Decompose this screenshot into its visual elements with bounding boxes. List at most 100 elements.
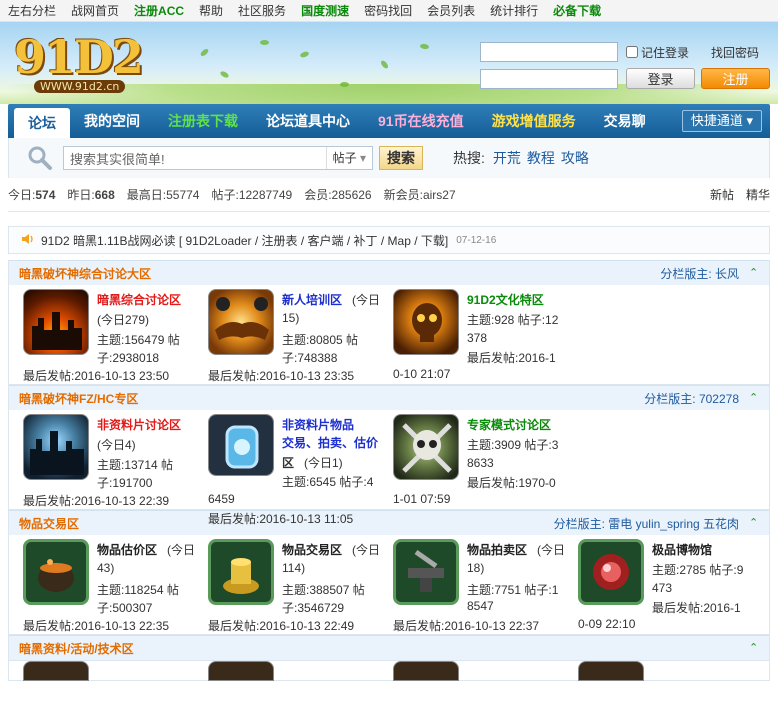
dark-castle-icon[interactable] [23,414,89,480]
login-button[interactable]: 登录 [626,68,695,89]
forum-last-post[interactable]: 1-01 07:59 [393,492,450,506]
forum-icon[interactable] [23,661,89,681]
notice-text[interactable]: 91D2 暗黑1.11B战网必读 [ 91D2Loader / 注册表 / 客户… [41,232,448,249]
stat-members: 会员:285626 [304,188,372,202]
nav-recharge[interactable]: 91币在线充值 [364,104,478,138]
section-title[interactable]: 暗黑破坏神综合讨论大区 [19,265,151,282]
topnav-password-recovery[interactable]: 密码找回 [364,2,412,19]
forum-title[interactable]: 物品交易区 [282,541,342,558]
notice-date: 07-12-16 [456,234,497,246]
nav-forum[interactable]: 论坛 [14,108,70,138]
castle-icon[interactable] [23,289,89,355]
handshake-icon[interactable] [208,289,274,355]
forum-last-post[interactable]: 最后发帖:2016-10-13 23:35 [208,367,354,384]
section-header: 物品交易区 分栏版主: 雷电 yulin_spring 五花肉 ⌃ [9,510,769,535]
cauldron-icon[interactable] [23,539,89,605]
section-moderators[interactable]: 分栏版主: 长风 [660,265,739,282]
collapse-icon[interactable]: ⌃ [749,267,761,279]
section-moderators[interactable]: 分栏版主: 雷电 yulin_spring 五花肉 [554,515,739,532]
section-title[interactable]: 物品交易区 [19,515,79,532]
topnav-downloads[interactable]: 必备下载 [553,2,601,19]
forum-last-post[interactable]: 最后发帖:2016-10-13 22:37 [393,617,539,634]
skull-icon[interactable] [393,289,459,355]
search-button[interactable]: 搜索 [379,146,423,170]
section-moderators[interactable]: 分栏版主: 702278 [644,390,739,407]
forum-title[interactable]: 极品博物馆 [652,541,712,558]
leaf-decoration [299,50,310,59]
forum-icon[interactable] [208,661,274,681]
find-password-link[interactable]: 找回密码 [711,44,759,61]
forum-last-post[interactable]: 0-10 21:07 [393,367,450,381]
skull-crossbones-icon[interactable] [393,414,459,480]
topnav-help[interactable]: 帮助 [199,2,223,19]
hot-search-link[interactable]: 攻略 [561,148,589,168]
forum-title[interactable]: 非资料片物品 [282,416,354,433]
quick-access-label: 快捷通道 [690,113,743,128]
forum-title[interactable]: 91D2文化特区 [467,291,544,308]
nav-vas[interactable]: 游戏增值服务 [478,104,590,138]
forum-last-post[interactable]: 0-09 22:10 [578,617,635,631]
forum-last-post[interactable]: 最后发帖:2016-10-13 22:49 [208,617,354,634]
forum-icon[interactable] [578,661,644,681]
forum-title[interactable]: 暗黑综合讨论区 [97,291,181,308]
gold-coins-icon[interactable] [208,539,274,605]
search-type-select[interactable]: 帖子 ▾ [325,147,372,169]
forum-last-post[interactable]: 最后发帖:2016-10-13 23:50 [23,367,169,384]
login-form: 记住登录 找回密码 登录 注册 [480,42,770,95]
forum-title-line3[interactable]: 区 [282,454,294,471]
topnav-home[interactable]: 战网首页 [71,2,119,19]
quick-access-dropdown[interactable]: 快捷通道 ▾ [681,110,762,132]
forum-topics: 主题:118254 帖 [97,583,179,597]
topnav-register-acc[interactable]: 注册ACC [134,2,184,19]
forum-today: (今日1) [304,456,343,470]
nav-registry-download[interactable]: 注册表下载 [154,104,252,138]
site-logo[interactable]: 91D2 WWW.91d2.cn [14,34,144,93]
search-input[interactable]: 搜索其实很简单! 帖子 ▾ [63,146,373,170]
username-input[interactable] [480,42,618,62]
collapse-icon[interactable]: ⌃ [749,392,761,404]
forum-posts: 子:500307 [97,601,153,615]
forum-title[interactable]: 专家模式讨论区 [467,416,551,433]
forum-title[interactable]: 新人培训区 [282,291,342,308]
nav-my-space[interactable]: 我的空间 [70,104,154,138]
forum-last-post[interactable]: 最后发帖:2016-10-13 22:39 [23,492,169,509]
gem-amulet-icon[interactable] [208,414,274,476]
hot-search-link[interactable]: 教程 [527,148,555,168]
forum-last-post[interactable]: 最后发帖:2016-10-13 22:35 [23,617,169,634]
forum-today: (今日 [167,543,195,557]
search-placeholder: 搜索其实很简单! [70,151,165,167]
forum-title[interactable]: 物品估价区 [97,541,157,558]
password-input[interactable] [480,68,618,89]
anvil-icon[interactable] [393,539,459,605]
forum-title[interactable]: 非资料片讨论区 [97,416,181,433]
nav-trade-chat[interactable]: 交易聊 [590,104,660,138]
forum-title[interactable]: 物品拍卖区 [467,541,527,558]
stat-yesterday: 昨日:668 [67,188,115,202]
register-button[interactable]: 注册 [701,68,770,89]
topnav-stats[interactable]: 统计排行 [490,2,538,19]
collapse-icon[interactable]: ⌃ [749,517,761,529]
digest-link[interactable]: 精华 [746,186,770,203]
topnav-community[interactable]: 社区服务 [238,2,286,19]
forum-topics: 主题:6545 帖子:4 [282,475,374,489]
remember-checkbox[interactable]: 记住登录 [626,44,689,61]
forum-title-line2[interactable]: 交易、拍卖、估价 [282,434,378,451]
forum-today: 15) [282,311,300,325]
forum-last-post[interactable]: 最后发帖:2016-10-13 11:05 [208,510,353,527]
new-posts-link[interactable]: 新帖 [710,186,734,203]
collapse-icon[interactable]: ⌃ [749,642,761,654]
section-title[interactable]: 暗黑资料/活动/技术区 [19,640,134,657]
topnav-split[interactable]: 左右分栏 [8,2,56,19]
section-header: 暗黑资料/活动/技术区 ⌃ [9,635,769,660]
nav-item-center[interactable]: 论坛道具中心 [252,104,364,138]
remember-check[interactable] [626,46,638,58]
section-title[interactable]: 暗黑破坏神FZ/HC专区 [19,390,138,407]
hot-search-link[interactable]: 开荒 [493,148,521,168]
orb-icon[interactable] [578,539,644,605]
forum-icon[interactable] [393,661,459,681]
forum-card: 极品博物馆 主题:2785 帖子:9 473 最后发帖:2016-1 0-09 … [578,539,763,634]
top-nav-bar: 左右分栏 战网首页 注册ACC 帮助 社区服务 国度测速 密码找回 会员列表 统… [0,0,778,22]
topnav-speedtest[interactable]: 国度测速 [301,2,349,19]
header-banner: 91D2 WWW.91d2.cn 记住登录 找回密码 登录 注册 [0,22,778,104]
topnav-members[interactable]: 会员列表 [427,2,475,19]
